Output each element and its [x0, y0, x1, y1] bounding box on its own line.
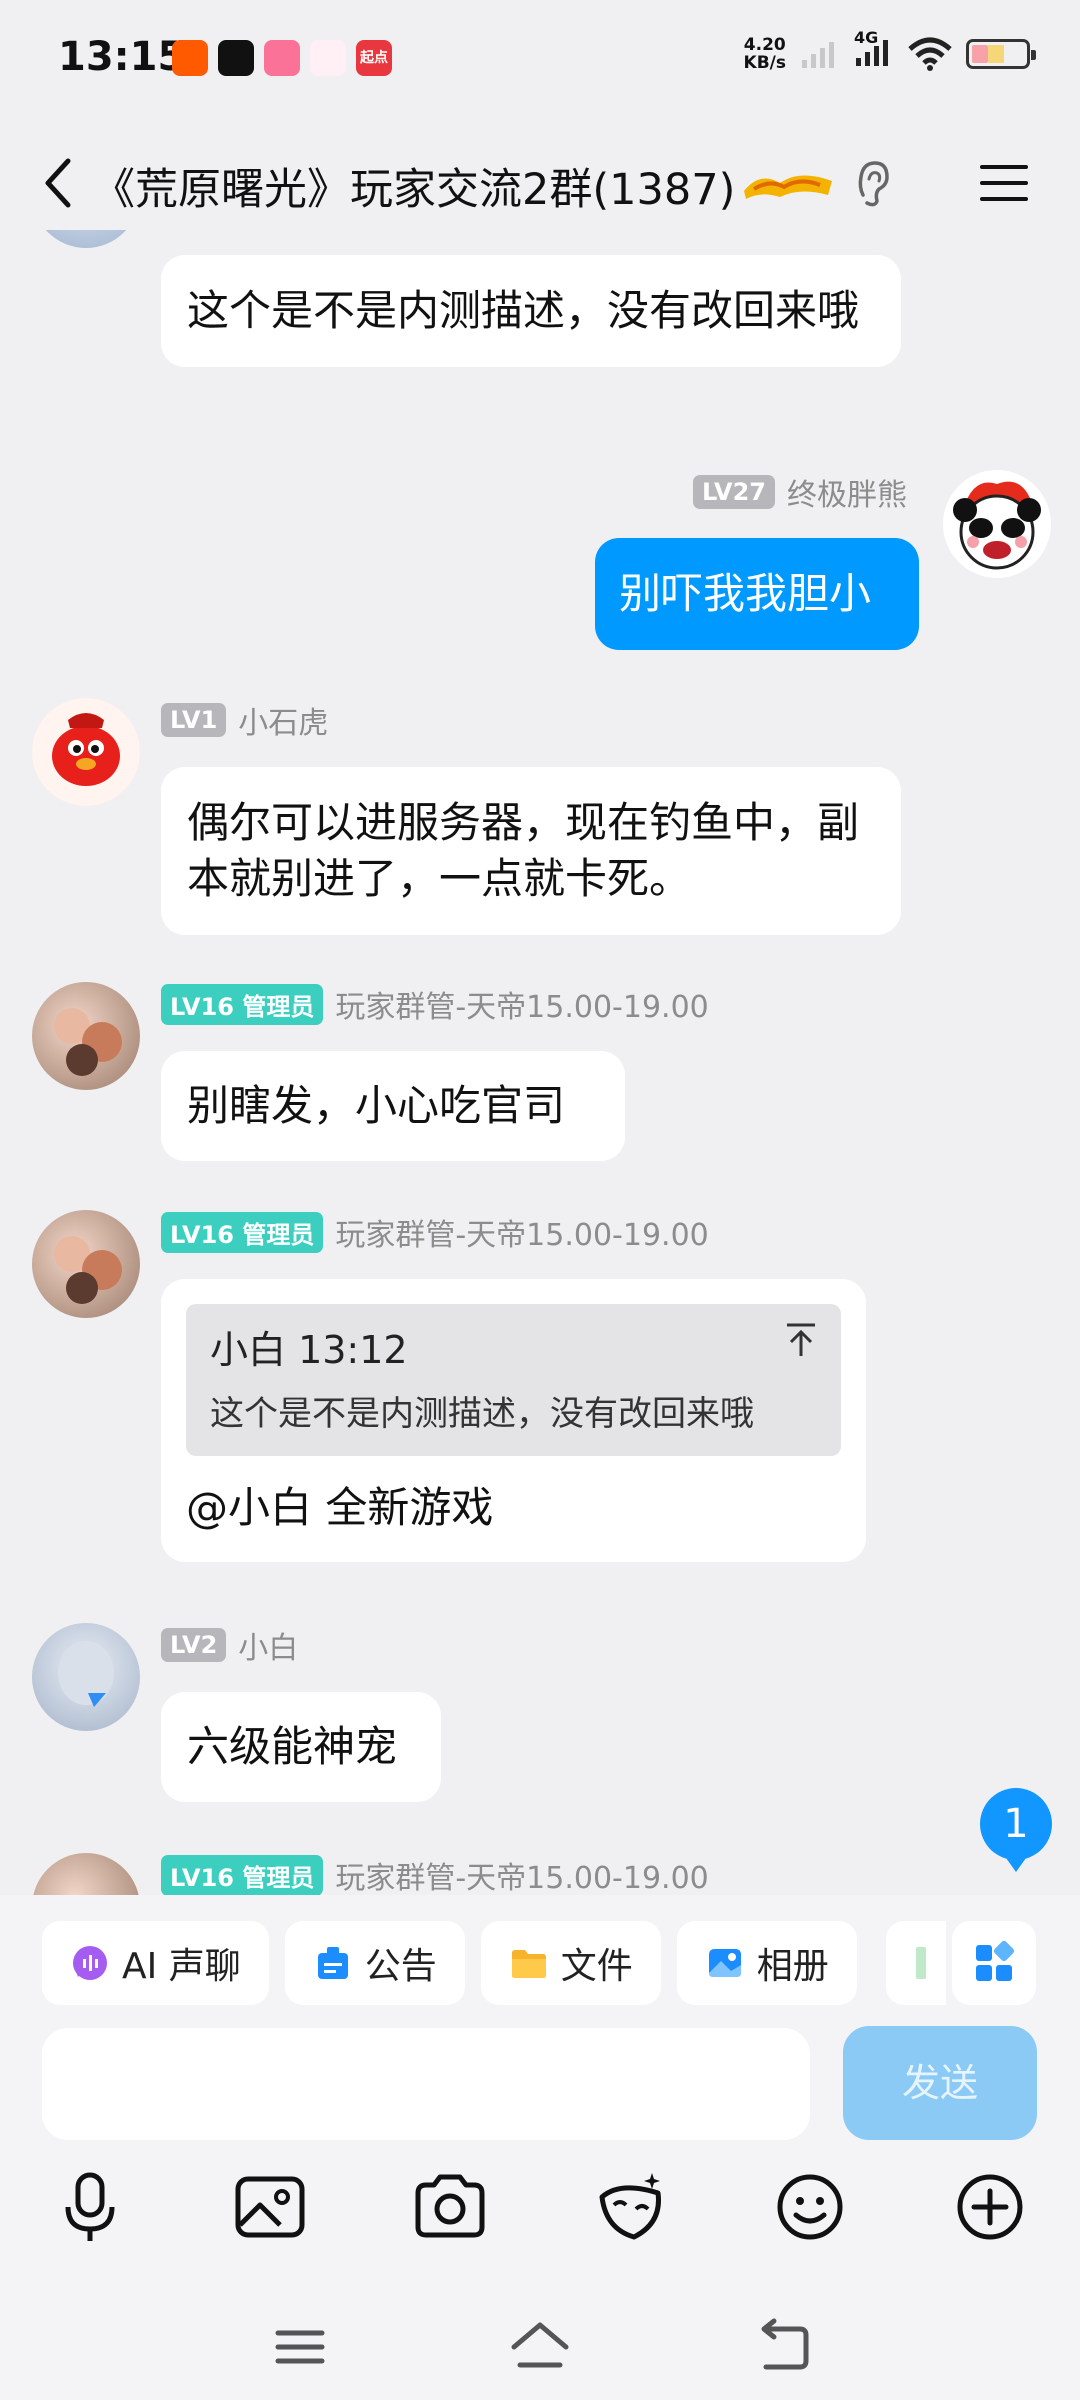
qq-penguin-avatar-icon: [32, 698, 140, 806]
anime-avatar-icon: [54, 1236, 122, 1304]
ear-icon[interactable]: [853, 157, 891, 209]
system-nav-bar: [0, 2295, 1080, 2400]
message-bubble-self[interactable]: 别吓我我胆小: [595, 538, 919, 650]
group-tag-icon: [744, 175, 832, 199]
status-time: 13:15: [58, 34, 186, 80]
sender-name[interactable]: 玩家群管-天帝15.00-19.00: [335, 982, 708, 1026]
sender-name[interactable]: 小白: [238, 1623, 298, 1667]
sender-line: LV16 管理员 玩家群管-天帝15.00-19.00: [161, 1210, 709, 1254]
butterfly-icon: [32, 230, 140, 248]
quote-text: 这个是不是内测描述，没有改回来哦: [210, 1394, 754, 1434]
album-icon: [708, 1949, 741, 1977]
message-bubble[interactable]: 六级能神宠: [161, 1692, 441, 1802]
avatar-self[interactable]: [943, 470, 1051, 578]
admin-badge: LV16 管理员: [161, 1211, 324, 1253]
announcement-icon: [317, 1947, 348, 1979]
sender-name[interactable]: 玩家群管-天帝15.00-19.00: [335, 1853, 708, 1895]
partial-item-icon: [916, 1947, 926, 1979]
quoted-message[interactable]: 小白 13:12 这个是不是内测描述，没有改回来哦: [186, 1304, 841, 1456]
group-title[interactable]: 《荒原曙光》玩家交流2群(1387): [92, 155, 735, 217]
avatar[interactable]: [32, 1623, 140, 1731]
sender-name[interactable]: 小石虎: [238, 698, 328, 742]
announcement-button[interactable]: 公告: [284, 1921, 465, 2005]
admin-badge: LV16 管理员: [161, 983, 324, 1025]
jump-to-top-icon[interactable]: [785, 1322, 817, 1358]
quick-toolbar: AI 声聊 公告 文件 相册: [42, 1921, 857, 2005]
avatar[interactable]: [32, 1853, 140, 1895]
signal-icon: [802, 42, 834, 68]
anime-avatar-icon: [58, 1641, 114, 1707]
network-type: 4G: [854, 28, 879, 47]
files-button[interactable]: 文件: [480, 1921, 661, 2005]
message-bubble[interactable]: 别瞎发，小心吃官司: [161, 1051, 625, 1161]
panda-avatar-icon: [953, 481, 1041, 570]
message-input[interactable]: [42, 2028, 810, 2140]
reply-bubble[interactable]: 小白 13:12 这个是不是内测描述，没有改回来哦 @小白 全新游戏: [161, 1279, 866, 1562]
menu-icon[interactable]: [978, 161, 1030, 205]
album-button[interactable]: 相册: [676, 1921, 857, 2005]
unread-count-badge[interactable]: 1: [980, 1788, 1052, 1872]
chip-label: 文件: [560, 1946, 633, 1987]
composer-panel: AI 声聊 公告 文件 相册 发送: [0, 1895, 1080, 2400]
ai-voice-chat-button[interactable]: AI 声聊: [42, 1921, 269, 2005]
sender-line: LV16 管理员 玩家群管-天帝15.00-19.00: [161, 982, 709, 1026]
reply-text: @小白 全新游戏: [186, 1483, 494, 1532]
wifi-icon: [908, 37, 952, 71]
network-speed: 4.20 KB/s: [744, 36, 786, 72]
message-bubble[interactable]: 这个是不是内测描述，没有改回来哦: [161, 255, 901, 367]
signal-4g: 4G: [854, 28, 894, 72]
admin-badge: LV16 管理员: [161, 1854, 324, 1895]
back-arrow-icon[interactable]: [38, 153, 78, 213]
sticker-mask-icon[interactable]: [590, 2167, 670, 2247]
input-actions: [0, 2167, 1080, 2257]
chip-label: 公告: [364, 1946, 437, 1987]
bilibili-icon: [264, 40, 300, 76]
level-badge: LV2: [161, 1628, 227, 1662]
speed-unit: KB/s: [743, 53, 786, 73]
battery-icon: [966, 39, 1036, 69]
nav-home-icon[interactable]: [508, 2315, 572, 2379]
sender-line: LV16 管理员 玩家群管-天帝15.00-19.00: [161, 1853, 709, 1895]
plus-icon[interactable]: [950, 2167, 1030, 2247]
status-app-icons: 起点: [172, 40, 392, 76]
kuaishou-icon: [172, 40, 208, 76]
chat-header: 《荒原曙光》玩家交流2群(1387): [0, 135, 1080, 230]
apps-grid-button[interactable]: [952, 1921, 1036, 2005]
nav-menu-icon[interactable]: [268, 2315, 332, 2379]
avatar[interactable]: [32, 230, 140, 248]
status-bar: 13:15 起点 4.20 KB/s 4G: [0, 0, 1080, 120]
avatar[interactable]: [32, 982, 140, 1090]
avatar[interactable]: [32, 698, 140, 806]
image-icon[interactable]: [230, 2167, 310, 2247]
level-badge: LV1: [161, 703, 227, 737]
status-right: 4.20 KB/s 4G: [744, 28, 1036, 72]
douyin-icon: [218, 40, 254, 76]
sender-line: LV27 终极胖熊: [693, 470, 907, 514]
chip-label: 相册: [756, 1946, 829, 1987]
apps-grid-icon: [976, 1941, 1015, 1981]
level-badge: LV27: [693, 475, 775, 509]
camera-icon[interactable]: [410, 2167, 490, 2247]
sender-line: LV1 小石虎: [161, 698, 328, 742]
quote-header: 小白 13:12: [210, 1328, 408, 1372]
sender-name[interactable]: 玩家群管-天帝15.00-19.00: [335, 1210, 708, 1254]
sender-name[interactable]: 终极胖熊: [787, 470, 907, 514]
anime-avatar-icon: [54, 1008, 122, 1076]
folder-icon: [511, 1950, 546, 1978]
send-button[interactable]: 发送: [843, 2026, 1037, 2140]
microphone-icon[interactable]: [50, 2167, 130, 2247]
nav-back-icon[interactable]: [750, 2315, 814, 2379]
crown-app-icon: [310, 40, 346, 76]
avatar[interactable]: [32, 1210, 140, 1318]
emoji-icon[interactable]: [770, 2167, 850, 2247]
ai-voice-icon: [73, 1946, 107, 1980]
chip-label: AI 声聊: [122, 1946, 241, 1987]
more-toolbar-item[interactable]: [886, 1921, 946, 2005]
message-bubble[interactable]: 偶尔可以进服务器，现在钓鱼中，副本就别进了，一点就卡死。: [161, 767, 901, 935]
speed-value: 4.20: [743, 35, 786, 55]
qidian-icon: 起点: [356, 40, 392, 76]
sender-line: LV2 小白: [161, 1623, 298, 1667]
message-list[interactable]: 这个是不是内测描述，没有改回来哦 LV27 终极胖熊 别吓我我胆小 LV1 小石…: [0, 230, 1080, 1895]
